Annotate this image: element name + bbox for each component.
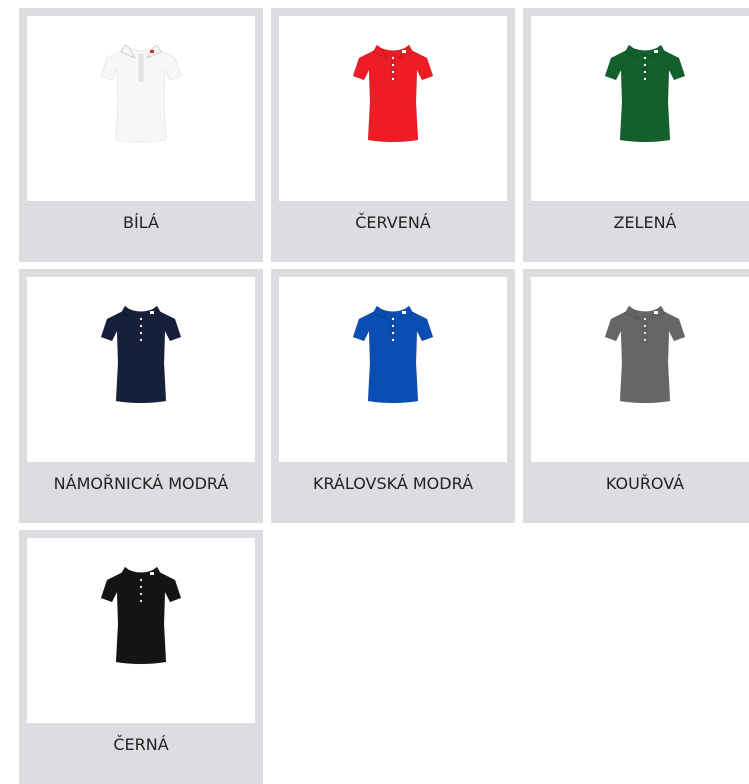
button-icon [139, 338, 143, 342]
button-icon [139, 317, 143, 321]
button-icon [391, 77, 395, 81]
logo-icon [150, 50, 154, 53]
polo-shirt-image [531, 16, 749, 201]
button-icon [391, 331, 395, 335]
button-icon [139, 63, 143, 67]
swatch-label: BÍLÁ [123, 213, 159, 232]
polo-shirt-image [27, 538, 255, 723]
button-icon [391, 338, 395, 342]
logo-icon [150, 311, 154, 314]
button-icon [643, 77, 647, 81]
button-icon [643, 56, 647, 60]
polo-shirt-image [27, 16, 255, 201]
swatch-card-navy[interactable]: NÁMOŘNICKÁ MODRÁ [19, 269, 263, 523]
button-icon [139, 324, 143, 328]
polo-shirt-image [279, 277, 507, 462]
swatch-label: ZELENÁ [613, 213, 677, 232]
button-icon [391, 324, 395, 328]
logo-icon [402, 311, 406, 314]
button-icon [643, 317, 647, 321]
swatch-label: KRÁLOVSKÁ MODRÁ [312, 474, 474, 493]
button-icon [139, 56, 143, 60]
swatch-label: NÁMOŘNICKÁ MODRÁ [53, 474, 229, 493]
swatch-label: ČERNÁ [113, 735, 169, 754]
button-icon [391, 70, 395, 74]
polo-shirt-image [531, 277, 749, 462]
polo-shirt-icon [100, 44, 182, 143]
button-icon [139, 592, 143, 596]
button-icon [139, 70, 143, 74]
polo-shirt-icon [352, 305, 434, 404]
swatch-card-white[interactable]: BÍLÁ [19, 8, 263, 262]
polo-shirt-icon [604, 44, 686, 143]
polo-shirt-icon [604, 305, 686, 404]
button-icon [139, 331, 143, 335]
button-icon [643, 331, 647, 335]
logo-icon [654, 50, 658, 53]
swatch-card-green[interactable]: ZELENÁ [523, 8, 749, 262]
polo-shirt-icon [100, 566, 182, 665]
logo-icon [402, 50, 406, 53]
swatch-label: ČERVENÁ [355, 213, 431, 232]
button-icon [643, 324, 647, 328]
swatch-card-smoke[interactable]: KOUŘOVÁ [523, 269, 749, 523]
polo-shirt-image [27, 277, 255, 462]
polo-shirt-icon [352, 44, 434, 143]
button-icon [139, 578, 143, 582]
button-icon [139, 585, 143, 589]
swatch-label: KOUŘOVÁ [605, 474, 685, 493]
button-icon [643, 338, 647, 342]
polo-shirt-image [279, 16, 507, 201]
button-icon [391, 63, 395, 67]
button-icon [139, 599, 143, 603]
button-icon [139, 77, 143, 81]
button-icon [391, 56, 395, 60]
logo-icon [654, 311, 658, 314]
polo-shirt-icon [100, 305, 182, 404]
swatch-card-royal-blue[interactable]: KRÁLOVSKÁ MODRÁ [271, 269, 515, 523]
logo-icon [150, 572, 154, 575]
color-swatch-grid: BÍLÁ ČERVENÁ ZELENÁ NÁMOŘNICKÁ MODRÁ KRÁ… [0, 0, 749, 784]
button-icon [643, 63, 647, 67]
swatch-card-red[interactable]: ČERVENÁ [271, 8, 515, 262]
button-icon [391, 317, 395, 321]
button-icon [643, 70, 647, 74]
swatch-card-black[interactable]: ČERNÁ [19, 530, 263, 784]
